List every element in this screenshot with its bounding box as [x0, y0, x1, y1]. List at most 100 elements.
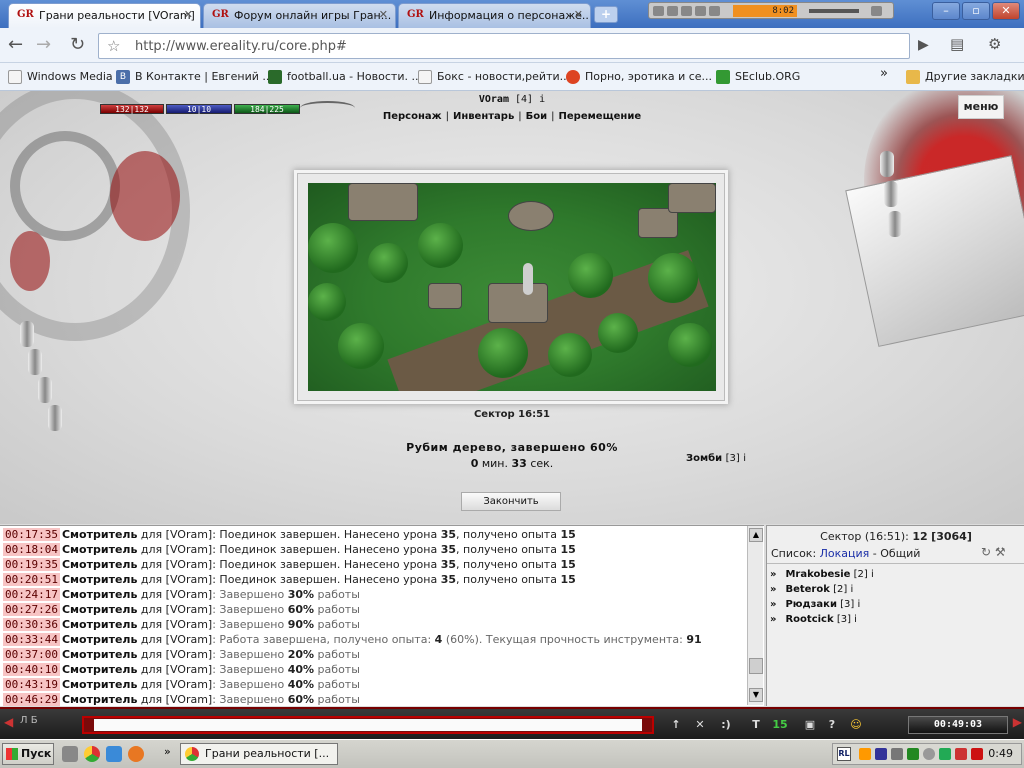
nav-character[interactable]: Персонаж [383, 111, 442, 122]
wrench-icon[interactable]: ⚙ [988, 35, 1001, 53]
address-bar[interactable]: ☆ http://www.ereality.ru/core.php# [98, 33, 910, 59]
player-name[interactable]: Rootcick [785, 614, 833, 625]
stop-icon[interactable] [681, 6, 692, 16]
tab-ereality-core[interactable]: GR Грани реальности [VOram] ✕ [8, 3, 201, 28]
translit-icon[interactable]: T [746, 717, 766, 733]
menu-button[interactable]: меню [958, 95, 1004, 119]
player-row[interactable]: » Рюдзаки [3] i [770, 599, 860, 610]
other-bookmarks[interactable]: Другие закладки [906, 70, 1024, 84]
back-icon[interactable]: ← [8, 35, 23, 55]
tray-icon[interactable] [923, 748, 935, 760]
bookmark-windows-media[interactable]: Windows Media [8, 70, 113, 84]
nav-move[interactable]: Перемещение [559, 111, 642, 122]
bluetooth-icon[interactable] [939, 748, 951, 760]
chat-time[interactable]: 00:33:44 [3, 633, 60, 646]
info-icon[interactable]: i [854, 614, 857, 625]
chevron-icon[interactable]: » [770, 569, 776, 580]
player-row[interactable]: » Beterok [2] i [770, 584, 853, 595]
tray-icon[interactable] [907, 748, 919, 760]
player-row[interactable]: » Mrakobesie [2] i [770, 569, 874, 580]
bookmark-star-icon[interactable]: ☆ [107, 37, 120, 55]
player-avatar[interactable] [523, 263, 533, 295]
tray-icon[interactable] [971, 748, 983, 760]
chat-target[interactable]: [VOram] [166, 543, 213, 556]
chat-target[interactable]: [VOram] [166, 588, 213, 601]
chat-target[interactable]: [VOram] [166, 633, 213, 646]
info-icon[interactable]: i [871, 569, 874, 580]
chat-target[interactable]: [VOram] [166, 678, 213, 691]
help-icon[interactable]: ? [822, 717, 842, 733]
tab-forum[interactable]: GR Форум онлайн игры Гран... ✕ [203, 3, 396, 28]
next-icon[interactable] [709, 6, 720, 16]
page-menu-icon[interactable]: ▤ [950, 35, 964, 53]
refresh-icon[interactable]: ↻ [981, 545, 991, 559]
chat-time[interactable]: 00:27:26 [3, 603, 60, 616]
scroll-up-icon[interactable]: ▲ [749, 528, 763, 542]
list-general-link[interactable]: Общий [880, 547, 920, 560]
chat-time[interactable]: 00:18:04 [3, 543, 60, 556]
scroll-thumb[interactable] [749, 658, 763, 674]
chat-time[interactable]: 00:43:19 [3, 678, 60, 691]
player-name[interactable]: Mrakobesie [785, 569, 850, 580]
bookmark-adult[interactable]: Порно, эротика и се... [566, 70, 712, 84]
bookmark-vkontakte[interactable]: B В Контакте | Евгений ... [116, 70, 273, 84]
info-icon[interactable]: i [539, 94, 545, 105]
player-name[interactable]: Beterok [785, 584, 829, 595]
antivirus-icon[interactable] [955, 748, 967, 760]
play-icon[interactable] [653, 6, 664, 16]
tray-icon[interactable] [875, 748, 887, 760]
chat-target[interactable]: [VOram] [166, 693, 213, 706]
quicklaunch-icon[interactable] [106, 746, 122, 762]
chat-input[interactable] [82, 716, 654, 734]
go-icon[interactable]: ▶ [918, 37, 929, 53]
bookmark-football[interactable]: football.ua - Новости. ... [268, 70, 422, 84]
chat-time[interactable]: 00:17:35 [3, 528, 60, 541]
quicklaunch-icon[interactable] [128, 746, 144, 762]
nav-inventory[interactable]: Инвентарь [453, 111, 514, 122]
chrome-icon[interactable] [84, 746, 100, 762]
chat-target[interactable]: [VOram] [166, 573, 213, 586]
wrench-icon[interactable]: ⚒ [995, 545, 1006, 559]
info-icon[interactable]: i [743, 453, 746, 464]
bookmark-seclub[interactable]: SEclub.ORG [716, 70, 800, 84]
player-close-icon[interactable] [871, 6, 882, 16]
scroll-down-icon[interactable]: ▼ [749, 688, 763, 702]
forward-icon[interactable]: → [36, 35, 51, 55]
minimize-button[interactable]: – [932, 2, 960, 20]
reload-icon[interactable]: ↻ [70, 35, 85, 55]
start-button[interactable]: Пуск [2, 743, 54, 765]
info-icon[interactable]: i [850, 584, 853, 595]
layout-toggle[interactable]: Л Б [20, 715, 38, 726]
tab-character-info[interactable]: GR Информация о персонаже... ✕ [398, 3, 591, 28]
show-desktop-icon[interactable] [62, 746, 78, 762]
volume-slider[interactable] [809, 9, 859, 13]
number-badge[interactable]: 15 [770, 717, 790, 733]
language-indicator[interactable]: RL [837, 747, 851, 761]
chat-time[interactable]: 00:20:51 [3, 573, 60, 586]
chevron-icon[interactable]: » [770, 614, 776, 625]
close-tab-icon[interactable]: ✕ [184, 8, 193, 21]
new-tab-button[interactable]: + [594, 6, 618, 23]
chat-time[interactable]: 00:46:29 [3, 693, 60, 706]
game-map[interactable] [308, 183, 716, 391]
close-window-button[interactable]: ✕ [992, 2, 1020, 20]
prev-icon[interactable] [695, 6, 706, 16]
chat-scrollbar[interactable]: ▲ ▼ [747, 526, 763, 705]
pause-icon[interactable] [667, 6, 678, 16]
right-arrow-icon[interactable]: ▶ [1013, 715, 1022, 729]
close-tab-icon[interactable]: ✕ [379, 8, 388, 21]
maximize-button[interactable]: ▫ [962, 2, 990, 20]
bookmarks-overflow-icon[interactable]: » [880, 66, 888, 81]
finish-button[interactable]: Закончить [461, 492, 561, 511]
npc-zombie[interactable]: Зомби [3] i [686, 453, 746, 464]
bookmark-boxing[interactable]: Бокс - новости,рейти... [418, 70, 570, 84]
chat-time[interactable]: 00:30:36 [3, 618, 60, 631]
chat-target[interactable]: [VOram] [166, 663, 213, 676]
send-up-icon[interactable]: ↑ [666, 717, 686, 733]
chat-input-field[interactable] [94, 719, 642, 731]
info-icon[interactable]: i [858, 599, 861, 610]
left-arrow-icon[interactable]: ◀ [4, 715, 13, 729]
chat-time[interactable]: 00:37:00 [3, 648, 60, 661]
chat-time[interactable]: 00:40:10 [3, 663, 60, 676]
clear-icon[interactable]: ✕ [690, 717, 710, 733]
